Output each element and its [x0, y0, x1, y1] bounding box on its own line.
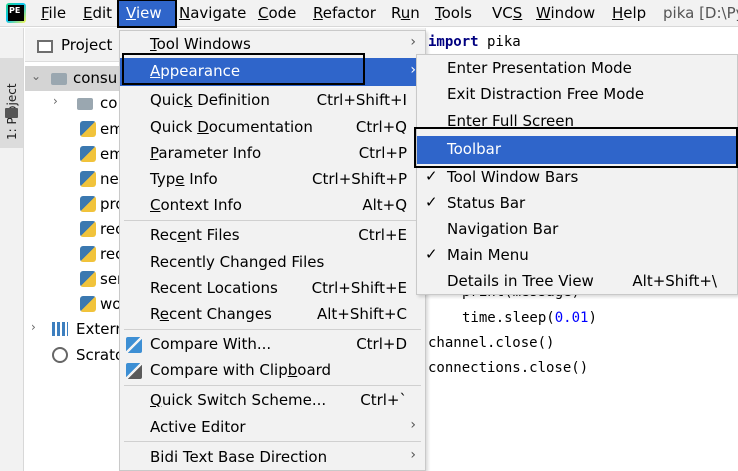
- window-title-path: pika [D:\Py: [663, 4, 738, 22]
- python-file-icon: [80, 246, 96, 262]
- chevron-right-icon: ›: [410, 34, 416, 50]
- menu-item-quick-definition[interactable]: Quick Definition Ctrl+Shift+I: [120, 88, 425, 114]
- checkmark-icon: ✓: [425, 245, 438, 263]
- menu-item-recently-changed-files[interactable]: Recently Changed Files: [120, 250, 425, 276]
- python-file-icon: [80, 121, 96, 137]
- project-tool-tab[interactable]: 1: Project: [0, 58, 23, 148]
- logo-text: PE: [8, 5, 24, 21]
- shortcut-label: Alt+Q: [362, 196, 407, 214]
- menu-item-quick-documentation[interactable]: Quick Documentation Ctrl+Q: [120, 115, 425, 141]
- menu-item-compare-with-clipboard[interactable]: Compare with Clipboard: [120, 358, 425, 384]
- menu-item-tool-window-bars[interactable]: ✓ Tool Window Bars: [417, 165, 737, 191]
- compare-icon: [126, 337, 142, 353]
- appearance-submenu: Enter Presentation Mode Exit Distraction…: [416, 54, 738, 295]
- menu-separator: [124, 441, 421, 442]
- left-tool-strip: 1: Project: [0, 28, 24, 471]
- menu-item-recent-changes[interactable]: Recent Changes Alt+Shift+C: [120, 302, 425, 328]
- python-file-icon: [80, 271, 96, 287]
- menu-item-tool-windows[interactable]: Tool Windows ›: [120, 32, 425, 58]
- menu-item-recent-locations[interactable]: Recent Locations Ctrl+Shift+E: [120, 276, 425, 302]
- python-file-icon: [80, 196, 96, 212]
- shortcut-label: Ctrl+Q: [355, 118, 407, 136]
- menu-item-enter-full-screen[interactable]: Enter Full Screen: [417, 109, 737, 135]
- shortcut-label: Ctrl+P: [358, 144, 407, 162]
- code-line: connections.close(): [428, 360, 589, 376]
- menu-separator: [124, 385, 421, 386]
- chevron-down-icon[interactable]: ⌄: [31, 69, 41, 83]
- menu-item-enter-presentation-mode[interactable]: Enter Presentation Mode: [417, 56, 737, 82]
- menu-item-context-info[interactable]: Context Info Alt+Q: [120, 193, 425, 219]
- menu-separator: [124, 220, 421, 221]
- folder-icon: [51, 73, 67, 85]
- tree-item-label: Scrato: [76, 346, 125, 364]
- menu-navigate[interactable]: Navigate: [179, 0, 246, 27]
- tree-item-label: ne: [100, 170, 119, 188]
- project-panel-title: Project: [61, 36, 113, 54]
- menu-help[interactable]: Help: [612, 0, 650, 27]
- menu-item-active-editor[interactable]: Active Editor ›: [120, 415, 425, 441]
- shortcut-label: Ctrl+E: [358, 226, 407, 244]
- tree-item-label: co: [100, 94, 118, 112]
- view-menu-dropdown: Tool Windows › Appearance › Quick Defini…: [119, 30, 426, 471]
- menu-item-recent-files[interactable]: Recent Files Ctrl+E: [120, 223, 425, 249]
- menu-edit[interactable]: Edit: [83, 0, 114, 27]
- python-file-icon: [80, 221, 96, 237]
- menu-item-exit-distraction-free-mode[interactable]: Exit Distraction Free Mode: [417, 82, 737, 108]
- shortcut-label: Ctrl+`: [360, 391, 407, 409]
- chevron-right-icon[interactable]: ›: [53, 94, 58, 108]
- compare-clipboard-icon: [126, 363, 142, 379]
- pycharm-logo-icon: PE: [6, 3, 26, 23]
- menu-item-navigation-bar[interactable]: Navigation Bar: [417, 217, 737, 243]
- folder-icon: [77, 98, 93, 110]
- menu-file[interactable]: File: [41, 0, 71, 27]
- menu-item-status-bar[interactable]: ✓ Status Bar: [417, 191, 737, 217]
- menu-item-toolbar[interactable]: Toolbar: [417, 136, 737, 164]
- scratches-icon: [52, 347, 68, 363]
- chevron-right-icon: ›: [410, 447, 416, 463]
- python-file-icon: [80, 171, 96, 187]
- menu-refactor[interactable]: Refactor: [313, 0, 376, 27]
- menu-item-bidi-text-base-direction[interactable]: Bidi Text Base Direction ›: [120, 445, 425, 471]
- menu-tools[interactable]: Tools: [435, 0, 477, 27]
- external-libraries-icon: [52, 322, 68, 336]
- tree-item-label: Extern: [76, 320, 125, 338]
- code-line: time.sleep(0.01): [462, 310, 597, 326]
- tree-item-label: consu: [73, 69, 118, 87]
- chevron-right-icon: ›: [410, 417, 416, 433]
- menu-item-compare-with[interactable]: Compare With... Ctrl+D: [120, 332, 425, 358]
- shortcut-label: Ctrl+Shift+P: [312, 170, 407, 188]
- menu-item-type-info[interactable]: Type Info Ctrl+Shift+P: [120, 167, 425, 193]
- checkmark-icon: ✓: [425, 167, 438, 185]
- python-file-icon: [80, 146, 96, 162]
- menu-item-appearance[interactable]: Appearance ›: [120, 58, 425, 86]
- shortcut-label: Ctrl+Shift+I: [316, 91, 407, 109]
- menu-item-parameter-info[interactable]: Parameter Info Ctrl+P: [120, 141, 425, 167]
- menu-item-main-menu[interactable]: ✓ Main Menu: [417, 243, 737, 269]
- chevron-right-icon[interactable]: ›: [31, 320, 36, 334]
- menu-item-quick-switch-scheme[interactable]: Quick Switch Scheme... Ctrl+`: [120, 388, 425, 414]
- code-line: import pika: [428, 34, 521, 50]
- menu-window[interactable]: Window: [536, 0, 599, 27]
- menu-view[interactable]: View: [117, 0, 177, 28]
- shortcut-label: Alt+Shift+C: [316, 305, 407, 323]
- menu-item-details-in-tree-view[interactable]: Details in Tree View Alt+Shift+\: [417, 269, 737, 295]
- python-file-icon: [80, 296, 96, 312]
- menu-vcs[interactable]: VCS: [492, 0, 524, 27]
- menu-code[interactable]: Code: [258, 0, 300, 27]
- project-window-icon: [37, 40, 53, 53]
- menu-run[interactable]: Run: [391, 0, 420, 27]
- checkmark-icon: ✓: [425, 193, 438, 211]
- menu-separator: [124, 329, 421, 330]
- shortcut-label: Ctrl+D: [356, 335, 407, 353]
- main-menu-bar: PE File Edit View Navigate Code Refactor…: [0, 0, 738, 28]
- code-line: channel.close(): [428, 335, 555, 351]
- shortcut-label: Alt+Shift+\: [632, 272, 717, 290]
- folder-icon: [5, 108, 18, 118]
- shortcut-label: Ctrl+Shift+E: [311, 279, 407, 297]
